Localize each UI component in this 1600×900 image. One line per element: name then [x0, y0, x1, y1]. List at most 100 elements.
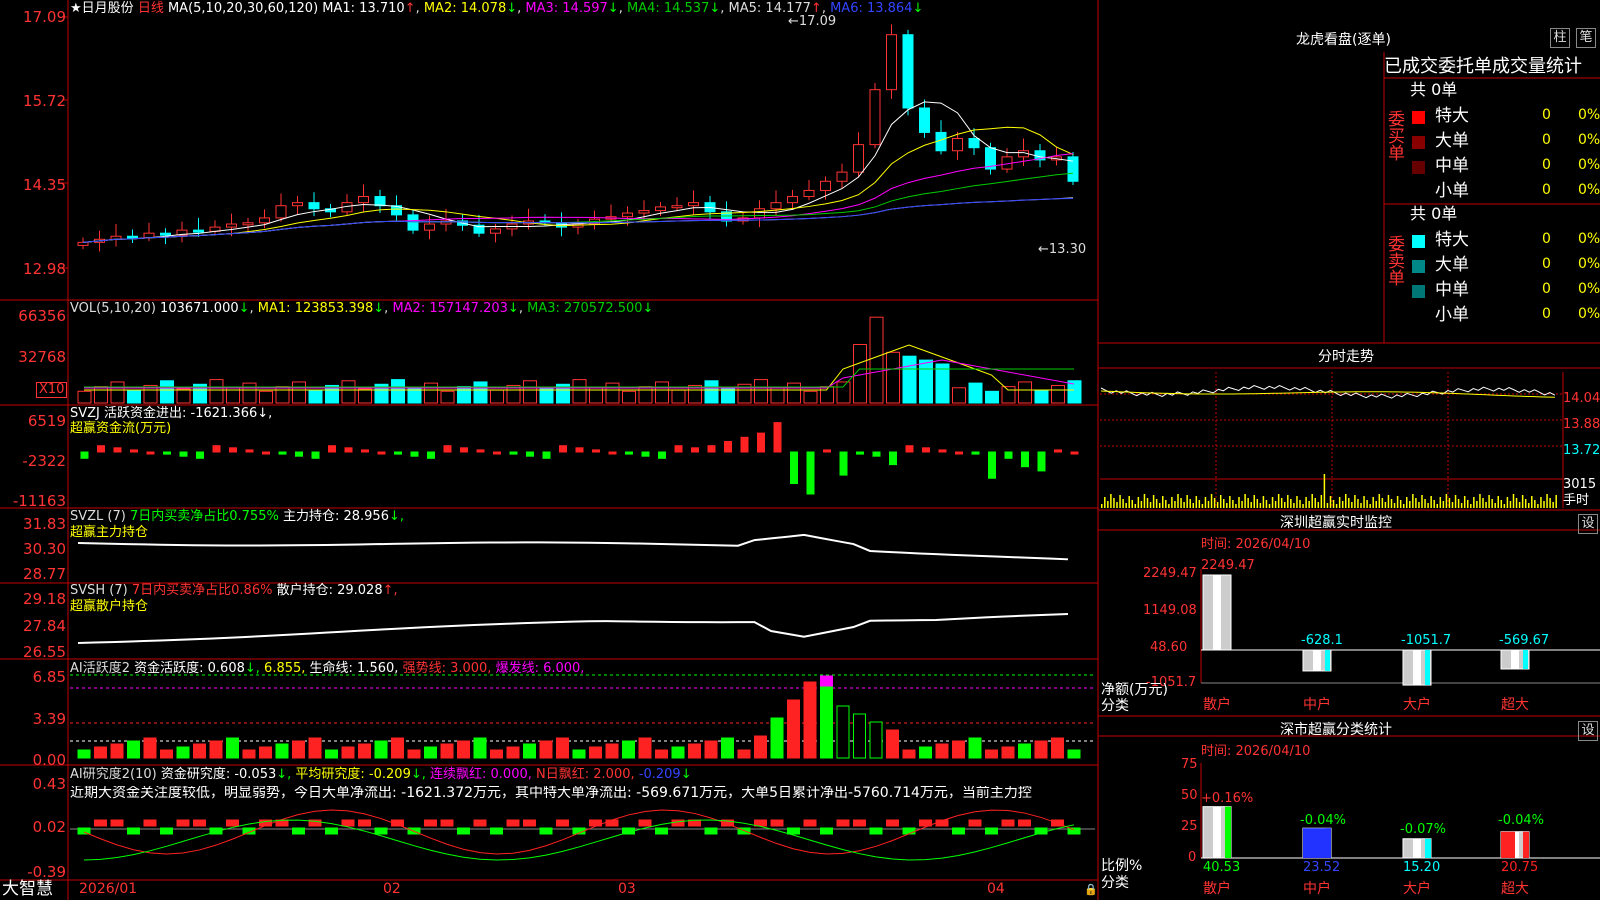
order-swatch	[1412, 186, 1425, 199]
svzl-axis-3: 28.77	[23, 565, 66, 583]
intraday-volume-bar	[1113, 498, 1115, 508]
order-row-count: 0	[1542, 256, 1551, 272]
research-bar	[820, 827, 833, 835]
research-bar	[869, 827, 883, 835]
research-legend: AI研究度2(10) 资金研究度: -0.053↓, 平均研究度: -0.209…	[70, 767, 692, 782]
price-axis-3: 14.35	[23, 176, 66, 194]
intraday-volume-bar	[1125, 503, 1127, 508]
intraday-volume-bar	[1180, 498, 1182, 508]
volume-bar-up	[605, 382, 620, 404]
activity-bar	[655, 749, 668, 759]
monitor-settings-button[interactable]: 设	[1578, 514, 1598, 534]
research-bar	[424, 819, 437, 827]
intraday-volume-bar	[1253, 495, 1255, 508]
flow-bar	[922, 447, 930, 453]
volume-bar-down	[473, 381, 488, 404]
order-row-pct: 0%	[1578, 157, 1600, 173]
classify-bar	[1501, 831, 1515, 858]
star-icon: ★	[70, 1, 82, 16]
intraday-volume-bar	[1207, 501, 1210, 508]
volume-bar-up	[523, 380, 537, 404]
monitor-bar-highlight	[1511, 650, 1519, 669]
intraday-volume-bar	[1277, 494, 1280, 508]
order-row-label: 小单	[1435, 181, 1469, 201]
monitor-xlabel: 分类	[1101, 698, 1129, 714]
classify-category-label: 超大	[1501, 881, 1529, 897]
activity-bar	[737, 749, 751, 759]
activity-bar	[985, 749, 998, 759]
classify-value-label: 40.53	[1203, 860, 1241, 875]
intraday-volume-bar	[1223, 499, 1225, 508]
period-label[interactable]: 日线	[138, 1, 164, 16]
intraday-volume-bar	[1366, 500, 1368, 508]
buy-total: 共 0单	[1410, 80, 1458, 99]
flow-bar	[377, 451, 386, 455]
intraday-volume-bar	[1528, 503, 1530, 508]
brand-logo[interactable]: 大智慧	[2, 880, 53, 899]
intraday-volume-bar	[1497, 496, 1499, 508]
research-bar	[754, 819, 767, 827]
intraday-volume-bar	[1491, 499, 1493, 508]
classify-bar-edge	[1425, 838, 1431, 858]
intraday-volume-bar	[1332, 500, 1335, 508]
research-bar	[160, 827, 173, 835]
intraday-volume-bar	[1104, 497, 1106, 508]
intraday-volume-bar	[1323, 474, 1326, 508]
vol-unit-badge[interactable]: X10	[36, 382, 68, 398]
order-row-pct: 0%	[1578, 306, 1600, 322]
candle-up	[869, 89, 881, 146]
order-row-count: 0	[1542, 107, 1551, 123]
intraday-volume-bar	[1241, 501, 1243, 508]
research-bar	[671, 819, 685, 827]
svzl-axis-1: 31.83	[23, 515, 66, 533]
activity-bar	[77, 749, 91, 759]
classify-axis-50: 50	[1181, 788, 1198, 803]
classify-title: 深市超赢分类统计	[1280, 722, 1392, 738]
intraday-volume-bar	[1360, 503, 1362, 508]
vol-value: 103671.000	[160, 301, 239, 316]
flow-bar	[179, 451, 188, 457]
flow-bar	[113, 447, 122, 453]
candle-down	[902, 34, 914, 109]
order-row-label: 特大	[1435, 106, 1469, 126]
intraday-volume-bar	[1284, 502, 1286, 508]
flow-bar	[163, 451, 171, 455]
activity-bar	[176, 746, 190, 759]
intraday-volume-bar	[1134, 504, 1137, 508]
intraday-volume-bar	[1372, 497, 1374, 508]
candle-down	[193, 229, 204, 233]
candle-down	[407, 214, 419, 231]
svzj-axis-2: -2322	[22, 452, 66, 470]
research-bar	[902, 827, 916, 835]
classify-category-label: 中户	[1303, 881, 1331, 897]
ma3-value: MA3: 14.597	[525, 1, 608, 16]
intraday-volume-bar	[1329, 496, 1332, 508]
date-label-apr: 04	[987, 881, 1005, 897]
volume-bar-up	[242, 382, 257, 404]
research-bar	[325, 827, 338, 835]
intraday-volume-bar	[1101, 504, 1103, 508]
intraday-title: 分时走势	[1318, 349, 1374, 365]
activity-bar	[1067, 749, 1081, 759]
intraday-volume-bar	[1152, 495, 1155, 508]
intraday-volume-bar	[1351, 502, 1353, 508]
svzj-axis-3: -11163	[12, 492, 66, 510]
order-row-label: 大单	[1435, 131, 1469, 151]
tick-view-button[interactable]: 笔	[1576, 28, 1596, 48]
dragon-subtitle: 已成交委托单成交量统计	[1384, 56, 1582, 77]
intraday-volume-bar	[1406, 497, 1408, 508]
bar-view-button[interactable]: 柱	[1550, 28, 1570, 48]
activity-bar	[325, 749, 338, 759]
research-bar	[1001, 819, 1015, 827]
candle-up	[754, 208, 765, 219]
classify-value-label: 20.75	[1501, 860, 1539, 875]
monitor-value-label: -628.1	[1301, 633, 1343, 648]
activity-bar	[1034, 740, 1048, 759]
activity-bar	[94, 746, 107, 759]
stock-name[interactable]: 日月股份	[82, 1, 134, 16]
lock-icon[interactable]: 🔒	[1084, 882, 1098, 897]
research-bar	[1018, 819, 1031, 827]
intraday-volume-bar	[1457, 499, 1460, 508]
classify-settings-button[interactable]: 设	[1578, 721, 1598, 741]
intraday-volume-bar	[1165, 500, 1167, 508]
